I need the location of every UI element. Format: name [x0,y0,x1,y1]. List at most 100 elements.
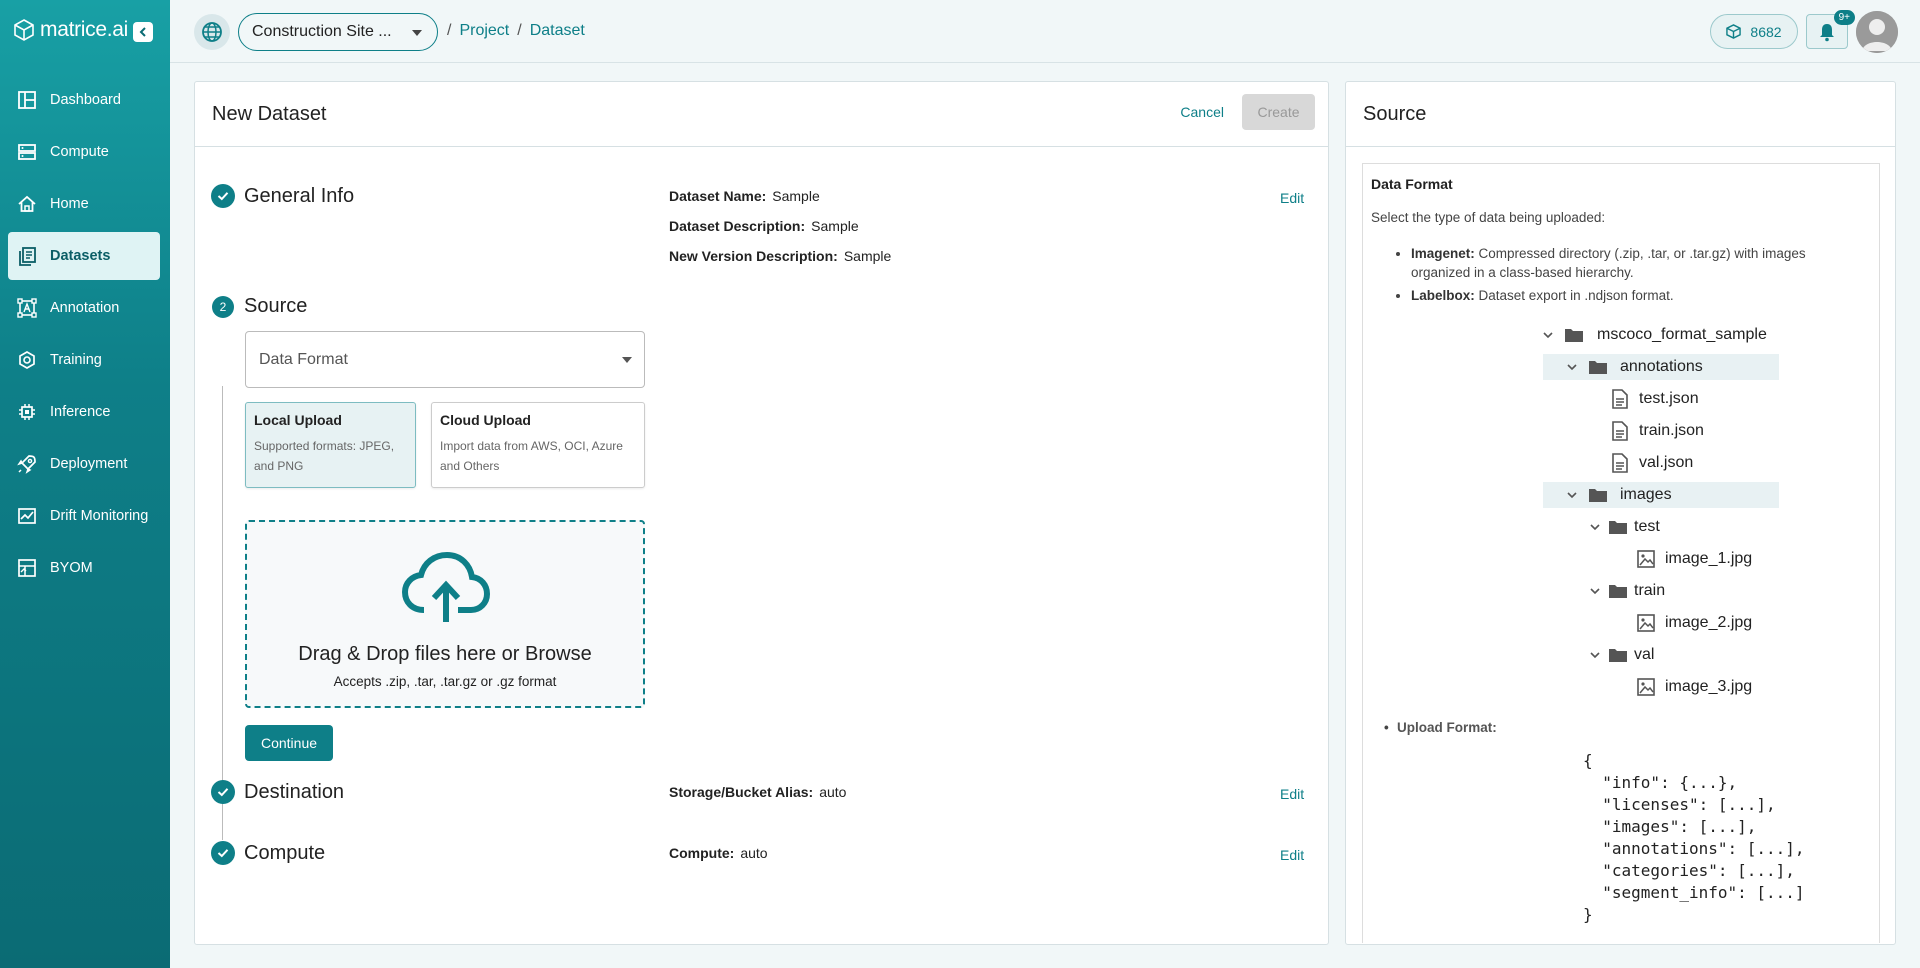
user-icon [1856,11,1898,53]
credits-count: 8682 [1750,23,1782,40]
continue-button[interactable]: Continue [245,725,333,761]
sidebar-item-label: Datasets [50,248,111,264]
sidebar-item-label: Home [50,196,89,212]
folder-icon [1609,521,1627,534]
upload-format-label: Upload Format: [1384,720,1497,735]
sidebar-item-annotation[interactable]: Annotation [8,284,160,332]
step-title: Compute [244,841,326,864]
sidebar-item-datasets[interactable]: Datasets [8,232,160,280]
sidebar-item-deployment[interactable]: Deployment [8,440,160,488]
tree-node-image[interactable]: image_2.jpg [1637,610,1752,636]
step-destination: Destination [211,780,344,804]
data-format-placeholder: Data Format [259,350,348,368]
inference-icon [19,404,35,420]
cloud-upload-icon [402,552,490,622]
dashboard-icon [18,91,36,109]
project-select[interactable]: Construction Site ... [238,13,438,51]
check-icon [211,841,235,865]
edit-general-info-button[interactable]: Edit [1280,190,1304,206]
brand-name: matrice.ai [40,18,129,41]
avatar[interactable] [1856,11,1898,53]
check-icon [211,780,235,804]
sidebar-item-inference[interactable]: Inference [8,388,160,436]
sidebar-item-label: Drift Monitoring [50,508,149,524]
home-icon [18,195,36,212]
notifications-button[interactable]: 9+ [1806,10,1855,49]
step-title: General Info [244,184,355,207]
edit-compute-button[interactable]: Edit [1280,847,1304,863]
notification-badge: 9+ [1833,10,1855,25]
field-label: Storage/Bucket Alias: [669,784,814,800]
chevron-down-icon [1590,524,1600,531]
breadcrumb-dataset[interactable]: Dataset [530,22,585,40]
data-format-select[interactable]: Data Format [245,331,645,388]
tree-node-image[interactable]: image_1.jpg [1637,546,1752,572]
project-icon[interactable] [194,14,230,50]
create-button[interactable]: Create [1242,94,1315,130]
local-upload-option[interactable]: Local Upload Supported formats: JPEG, an… [245,402,416,488]
data-format-help: Data Format Select the type of data bein… [1362,163,1880,943]
rocket-icon [17,455,36,474]
header-actions: Cancel Create [1180,94,1315,130]
field-value: auto [740,845,768,861]
storage-alias-field: Storage/Bucket Alias: auto [669,784,846,800]
sidebar-item-training[interactable]: Training [8,336,160,384]
sidebar-item-drift-monitoring[interactable]: Drift Monitoring [8,492,160,540]
brand-logo[interactable]: matrice.ai [14,18,128,42]
tree-node-file[interactable]: train.json [1612,418,1704,444]
cloud-upload-option[interactable]: Cloud Upload Import data from AWS, OCI, … [431,402,645,488]
chevron-left-icon [139,27,146,37]
chevron-down-icon [1567,364,1577,371]
card-header: New Dataset [195,82,1328,147]
edit-destination-button[interactable]: Edit [1280,786,1304,802]
dataset-description-field: Dataset Description: Sample [669,218,859,234]
breadcrumb: / Project / Dataset [447,22,585,40]
option-description: Import data from AWS, OCI, Azure and Oth… [440,439,623,473]
check-icon [211,184,235,208]
image-icon [1637,550,1655,568]
annotation-icon [17,298,37,318]
tree-label: test [1634,518,1660,535]
field-value: auto [819,784,847,800]
tree-node-file[interactable]: test.json [1612,386,1699,412]
sidebar-item-byom[interactable]: BYOM [8,544,160,592]
dropzone-subtitle: Accepts .zip, .tar, .tar.gz or .gz forma… [333,674,557,689]
cancel-button[interactable]: Cancel [1180,104,1224,120]
step-number: 2 [212,295,234,318]
tree-node-images[interactable]: images [1543,482,1779,508]
tree-node-test[interactable]: test [1589,514,1660,540]
chart-icon [18,508,36,524]
option-title: Local Upload [254,412,342,428]
sidebar-item-home[interactable]: Home [8,180,160,228]
version-description-field: New Version Description: Sample [669,248,891,264]
top-bar: Construction Site ... / Project / Datase… [170,0,1920,63]
tree-node-train[interactable]: train [1589,578,1665,604]
sidebar-item-compute[interactable]: Compute [8,128,160,176]
field-value: Sample [772,188,820,204]
sidebar-nav: Dashboard Compute Home Datasets Annotati… [8,76,160,596]
tree-node-image[interactable]: image_3.jpg [1637,674,1752,700]
field-label: Compute: [669,845,735,861]
credits-button[interactable]: 8682 [1710,14,1798,49]
field-label: New Version Description: [669,248,838,264]
field-value: Sample [811,218,859,234]
compute-field: Compute: auto [669,845,768,861]
image-icon [1637,678,1655,696]
breadcrumb-project[interactable]: Project [459,22,509,40]
tree-label: image_3.jpg [1665,678,1753,695]
sidebar-item-dashboard[interactable]: Dashboard [8,76,160,124]
folder-icon [1589,361,1607,374]
tree-node-file[interactable]: val.json [1612,450,1693,476]
tree-node-root[interactable]: mscoco_format_sample [1542,322,1767,348]
file-icon [1612,389,1628,409]
byom-icon [18,559,36,577]
caret-down-icon [412,30,422,36]
sidebar-item-label: Compute [50,144,109,160]
tree-label: val.json [1639,454,1694,471]
file-dropzone[interactable]: Drag & Drop files here or Browse Accepts… [245,520,645,708]
step-title: Destination [244,780,345,803]
collapse-sidebar-button[interactable] [133,22,153,42]
upload-format-code: { "info": {...}, "licenses": [...], "ima… [1583,751,1805,924]
tree-node-val[interactable]: val [1589,642,1654,668]
tree-node-annotations[interactable]: annotations [1543,354,1779,380]
